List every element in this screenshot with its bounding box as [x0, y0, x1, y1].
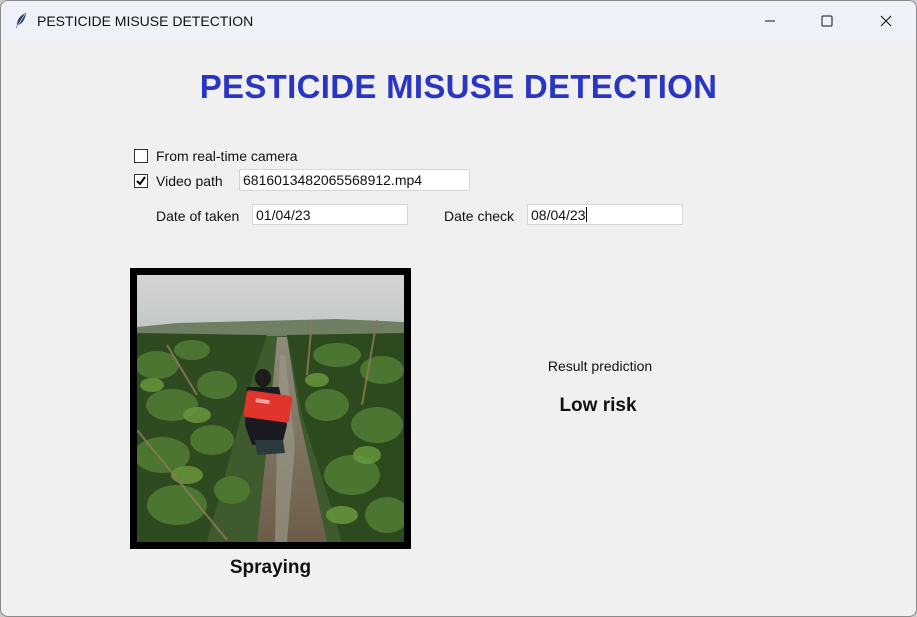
date-check-input[interactable]: 08/04/23: [527, 204, 683, 225]
video-frame: [130, 268, 411, 549]
frame-caption: Spraying: [229, 557, 312, 578]
window-title: PESTICIDE MISUSE DETECTION: [37, 13, 254, 29]
page-title: PESTICIDE MISUSE DETECTION: [199, 68, 718, 105]
text-caret: [585, 207, 587, 222]
date-check-value: 08/04/23: [531, 207, 586, 223]
close-icon: [880, 15, 892, 27]
video-path-label[interactable]: Video path: [156, 173, 223, 189]
title-bar[interactable]: PESTICIDE MISUSE DETECTION: [1, 1, 916, 41]
camera-checkbox-label[interactable]: From real-time camera: [156, 148, 298, 164]
result-value: Low risk: [559, 395, 637, 416]
date-taken-input[interactable]: 01/04/23: [252, 204, 408, 225]
date-check-label: Date check: [444, 208, 515, 224]
minimize-button[interactable]: [747, 1, 793, 41]
result-label: Result prediction: [547, 358, 653, 374]
app-window: PESTICIDE MISUSE DETECTION PESTICIDE MIS…: [0, 0, 917, 617]
minimize-icon: [765, 20, 775, 22]
maximize-button[interactable]: [804, 1, 850, 41]
camera-checkbox[interactable]: [134, 149, 148, 163]
close-button[interactable]: [863, 1, 909, 41]
video-path-input[interactable]: 6816013482065568912.mp4: [239, 169, 470, 191]
feather-icon: [14, 12, 28, 30]
date-taken-label: Date of taken: [156, 208, 240, 224]
checkmark-icon: [136, 176, 146, 186]
video-frame-image: [137, 275, 404, 542]
video-path-checkbox[interactable]: [134, 174, 148, 188]
maximize-icon: [821, 15, 833, 27]
